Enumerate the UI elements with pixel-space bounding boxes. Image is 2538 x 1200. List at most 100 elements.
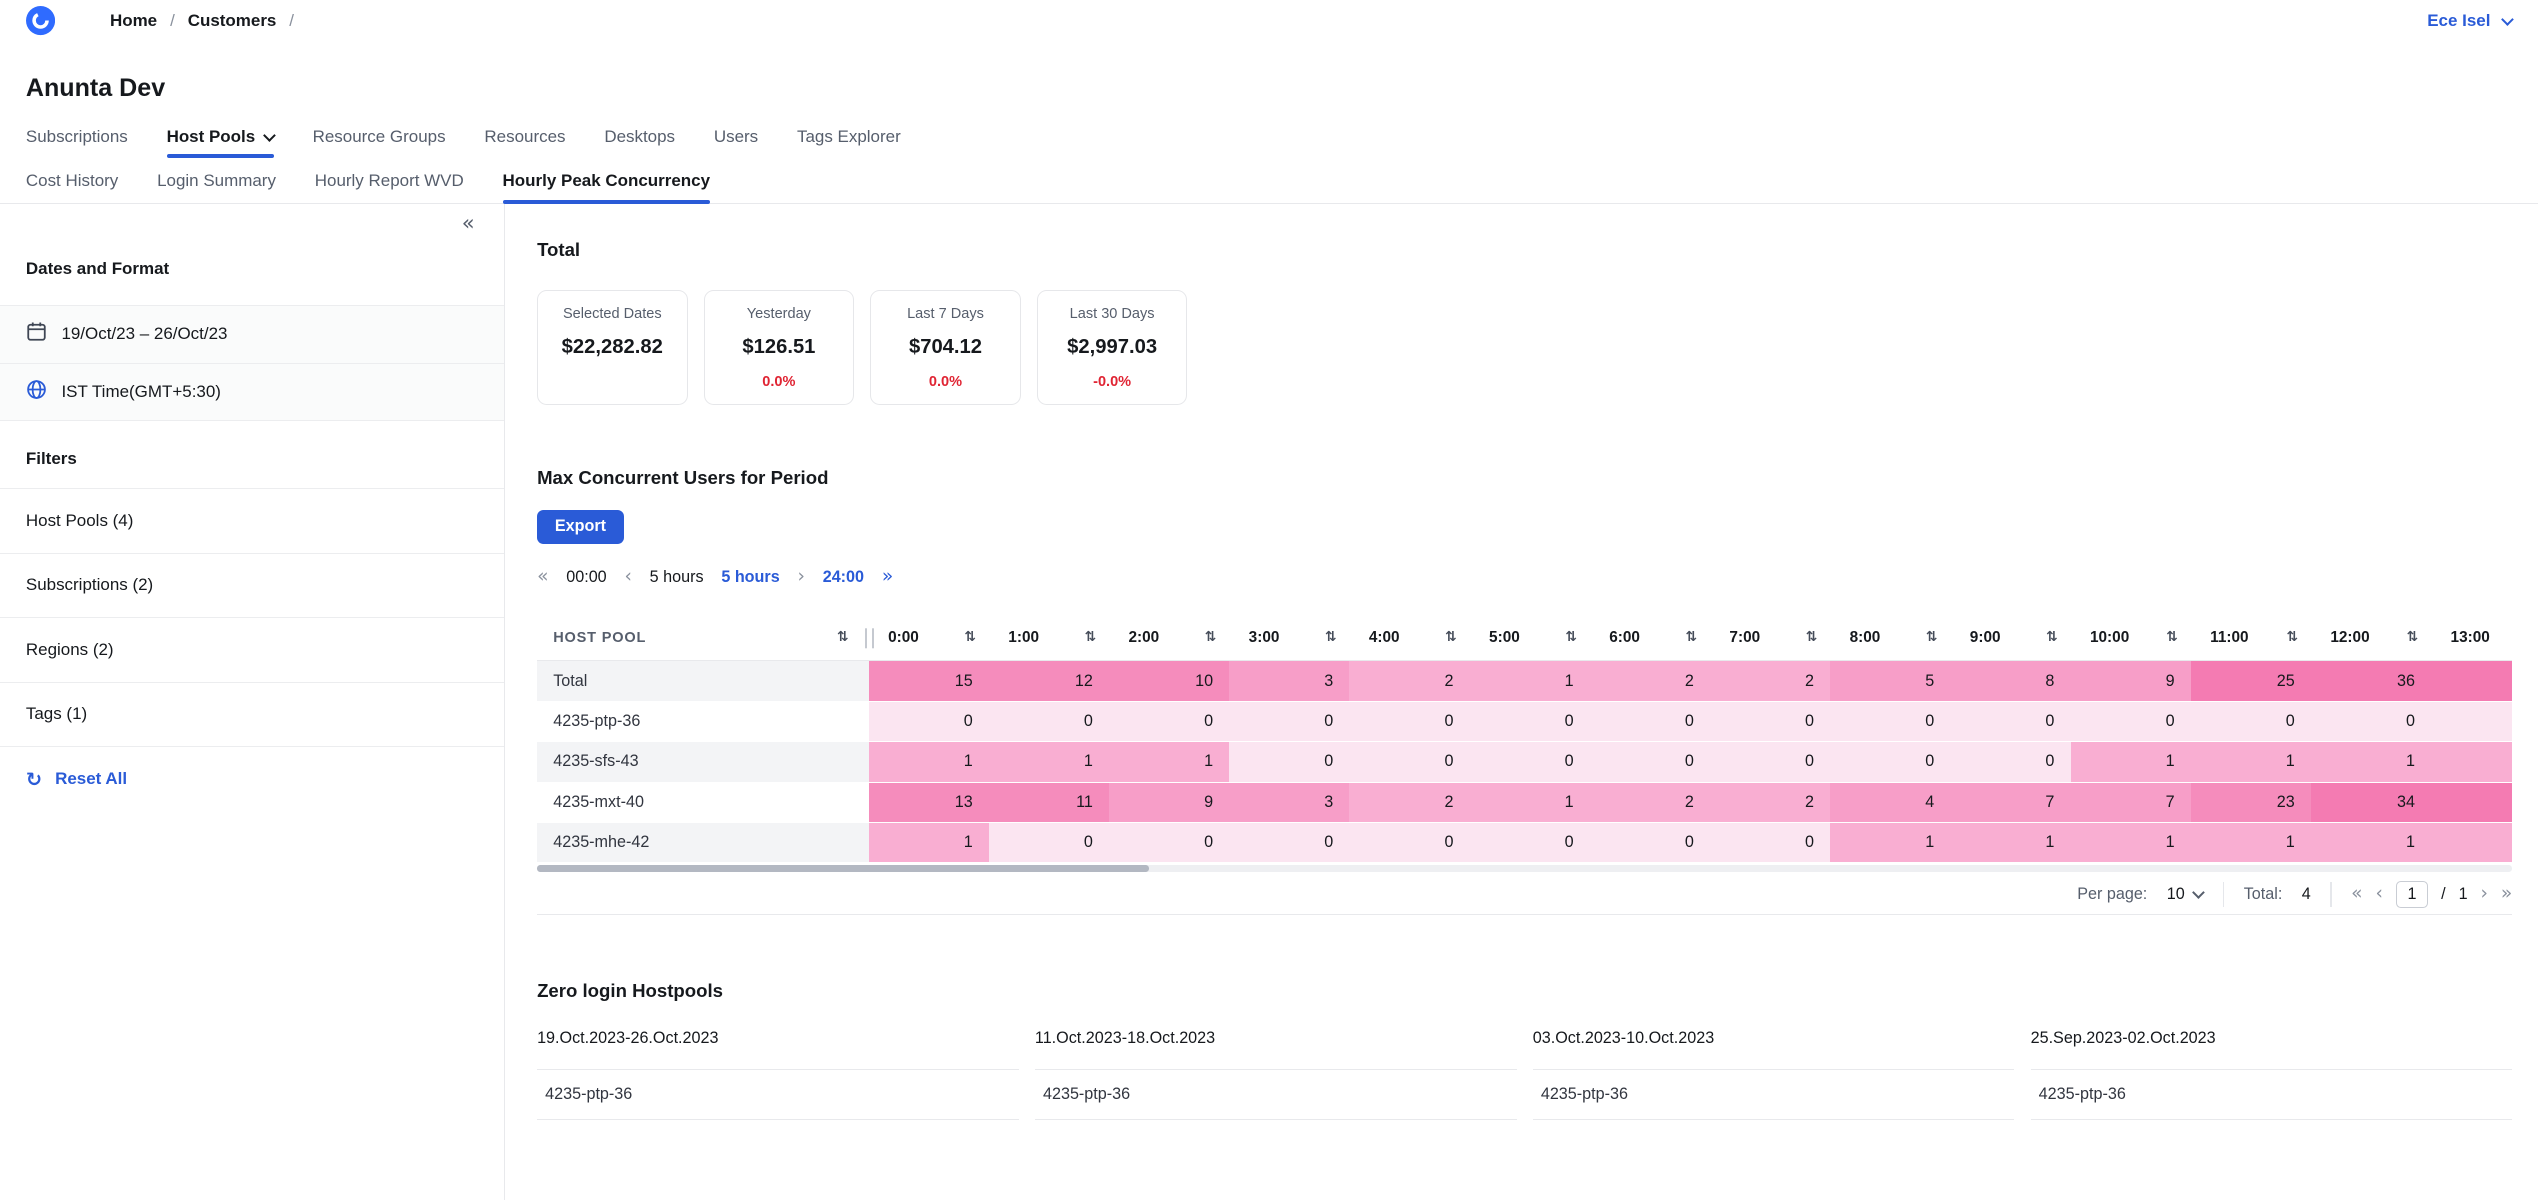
filter-label: Regions (2) (26, 640, 114, 660)
page-number-input[interactable]: 1 (2396, 881, 2428, 909)
sort-icon[interactable]: ⇅ (1205, 631, 1217, 645)
time-column-header[interactable]: 0:00⇅ (869, 616, 989, 660)
sort-icon[interactable]: ⇅ (1325, 631, 1337, 645)
sort-icon[interactable]: ⇅ (2286, 631, 2298, 645)
time-column-header[interactable]: 3:00⇅ (1229, 616, 1349, 660)
concurrency-cell: 1 (1470, 783, 1590, 823)
tab-label: Hourly Peak Concurrency (503, 171, 710, 191)
refresh-icon: ↻ (26, 770, 42, 789)
sort-icon[interactable]: ⇅ (1445, 631, 1457, 645)
column-resize-handle[interactable] (865, 628, 873, 647)
pager-end-time[interactable]: 24:00 (823, 568, 864, 587)
stat-card-delta: 0.0% (762, 374, 795, 390)
collapse-sidebar-button[interactable]: « (462, 210, 475, 235)
time-column-header[interactable]: 4:00⇅ (1349, 616, 1469, 660)
pager-step-back[interactable]: 5 hours (650, 568, 704, 587)
sort-icon[interactable]: ⇅ (964, 631, 976, 645)
horizontal-scrollbar[interactable] (537, 865, 2512, 871)
tab-resource-groups[interactable]: Resource Groups (313, 127, 446, 158)
concurrency-cell: 2 (1590, 661, 1710, 701)
time-column-header[interactable]: 12:00⇅ (2311, 616, 2431, 660)
sort-icon[interactable]: ⇅ (1085, 631, 1097, 645)
tab-subscriptions[interactable]: Subscriptions (26, 127, 128, 158)
tab-users[interactable]: Users (714, 127, 758, 158)
total-count-value: 4 (2302, 885, 2311, 904)
tab-desktops[interactable]: Desktops (604, 127, 675, 158)
time-column-header[interactable]: 2:00⇅ (1109, 616, 1229, 660)
page-first-icon[interactable]: « (2351, 885, 2362, 904)
reset-all-button[interactable]: ↻ Reset All (0, 769, 153, 789)
user-menu[interactable]: Ece Isel (2427, 11, 2512, 31)
time-column-header[interactable]: 10:00⇅ (2071, 616, 2191, 660)
time-column-header[interactable]: 1:00⇅ (989, 616, 1109, 660)
pager-first-icon[interactable]: « (537, 568, 548, 587)
sort-icon[interactable]: ⇅ (1565, 631, 1577, 645)
host-pool-column-header[interactable]: HOST POOL⇅ (537, 616, 869, 660)
zero-login-heading: Zero login Hostpools (537, 980, 2512, 1002)
time-column-header[interactable]: 8:00⇅ (1830, 616, 1950, 660)
page-prev-icon[interactable]: ‹ (2375, 885, 2382, 904)
time-column-header[interactable]: 11:00⇅ (2191, 616, 2311, 660)
sub-tabs: Cost History Login Summary Hourly Report… (0, 162, 2538, 204)
tab-host-pools[interactable]: Host Pools (167, 127, 274, 158)
export-button[interactable]: Export (537, 510, 624, 544)
pager-next-icon[interactable]: › (797, 568, 804, 587)
sort-icon[interactable]: ⇅ (1806, 631, 1818, 645)
stat-card-label: Last 7 Days (907, 306, 984, 322)
date-range-selector[interactable]: 19/Oct/23 – 26/Oct/23 (0, 305, 504, 363)
time-column-header[interactable]: 7:00⇅ (1710, 616, 1830, 660)
pager-last-icon[interactable]: » (882, 568, 893, 587)
tab-hourly-report-wvd[interactable]: Hourly Report WVD (315, 171, 464, 202)
tab-login-summary[interactable]: Login Summary (157, 171, 276, 202)
timezone-selector[interactable]: IST Time(GMT+5:30) (0, 363, 504, 421)
sort-icon[interactable]: ⇅ (1926, 631, 1938, 645)
tab-label: Subscriptions (26, 127, 128, 147)
per-page-label: Per page: (2077, 885, 2147, 904)
sidebar: « Dates and Format 19/Oct/23 – 26/Oct/23… (0, 204, 505, 1200)
concurrency-cell: 1 (2431, 742, 2512, 782)
pager-prev-icon[interactable]: ‹ (624, 568, 631, 587)
time-column-header[interactable]: 5:00⇅ (1470, 616, 1590, 660)
concurrency-cell: 1 (1109, 742, 1229, 782)
time-column-header[interactable]: 13:00⇅ (2431, 616, 2512, 660)
breadcrumb-home[interactable]: Home (110, 11, 157, 31)
tab-hourly-peak-concurrency[interactable]: Hourly Peak Concurrency (503, 171, 710, 202)
concurrency-cell: 38 (2431, 661, 2512, 701)
host-pool-name: 4235-mxt-40 (537, 783, 869, 823)
filter-subscriptions[interactable]: Subscriptions (2) (0, 553, 504, 618)
timezone-value: IST Time(GMT+5:30) (61, 382, 221, 402)
breadcrumb: Home / Customers / (110, 11, 294, 31)
page-next-icon[interactable]: › (2481, 885, 2488, 904)
tab-resources[interactable]: Resources (484, 127, 565, 158)
concurrency-cell: 1 (869, 823, 989, 863)
user-name: Ece Isel (2427, 11, 2490, 31)
host-pool-name: Total (537, 661, 869, 701)
time-column-header[interactable]: 6:00⇅ (1590, 616, 1710, 660)
sort-icon[interactable]: ⇅ (2046, 631, 2058, 645)
scrollbar-thumb[interactable] (537, 865, 1148, 871)
filter-regions[interactable]: Regions (2) (0, 617, 504, 682)
breadcrumb-customers[interactable]: Customers (188, 11, 277, 31)
concurrency-cell: 1 (2311, 823, 2431, 863)
tab-cost-history[interactable]: Cost History (26, 171, 118, 202)
app-logo-icon[interactable] (26, 6, 55, 35)
concurrency-cell: 0 (2311, 702, 2431, 742)
time-column-header[interactable]: 9:00⇅ (1950, 616, 2070, 660)
zero-login-group: 03.Oct.2023-10.Oct.2023 4235-ptp-36 (1533, 1029, 2015, 1119)
tab-tags-explorer[interactable]: Tags Explorer (797, 127, 901, 158)
sort-icon[interactable]: ⇅ (2166, 631, 2178, 645)
pager-step-forward[interactable]: 5 hours (721, 568, 779, 587)
zero-login-period: 25.Sep.2023-02.Oct.2023 (2031, 1029, 2513, 1048)
sort-icon[interactable]: ⇅ (837, 631, 849, 645)
pager-start-time: 00:00 (566, 568, 606, 587)
filter-tags[interactable]: Tags (1) (0, 682, 504, 747)
per-page-select[interactable]: 10 (2167, 885, 2204, 904)
page-last-icon[interactable]: » (2501, 885, 2512, 904)
concurrency-cell: 0 (1590, 702, 1710, 742)
sort-icon[interactable]: ⇅ (2407, 631, 2419, 645)
concurrency-cell: 1 (2191, 742, 2311, 782)
sort-icon[interactable]: ⇅ (1686, 631, 1698, 645)
stat-card-yesterday: Yesterday $126.51 0.0% (704, 290, 854, 405)
stat-card-value: $22,282.82 (562, 336, 663, 359)
filter-host-pools[interactable]: Host Pools (4) (0, 488, 504, 553)
